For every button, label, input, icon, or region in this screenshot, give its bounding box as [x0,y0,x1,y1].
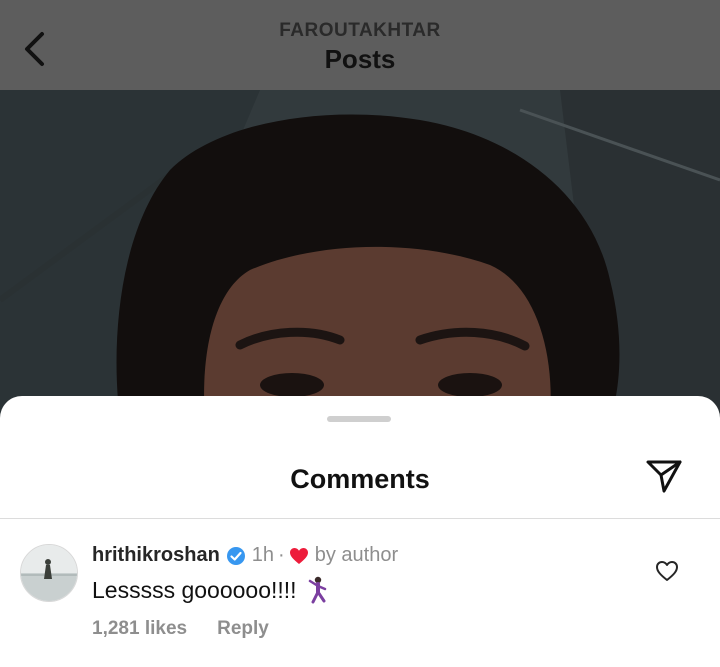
post-image [0,90,720,420]
comment-text: Lesssss goooooo!!!! [92,576,297,603]
heart-outline-icon [655,560,679,587]
page-title: Posts [324,44,396,74]
separator: · [278,544,285,566]
verified-badge-icon [226,546,246,566]
author-liked-heart-icon [289,547,309,565]
comment-item: hrithikroshan 1h · by author Lesssss goo… [0,536,720,656]
share-button[interactable] [642,456,686,500]
comment-likes-count[interactable]: 1,281 likes [92,618,187,640]
divider [0,518,720,519]
person-dancing-emoji-icon [307,576,329,604]
avatar[interactable] [20,544,78,602]
comments-sheet: Comments hrithikroshan 1h · by author Le… [0,396,720,667]
comments-title: Comments [290,464,430,494]
comment-text-row: Lesssss goooooo!!!! [92,576,329,604]
comment-timestamp: 1h [251,544,275,566]
comment-meta: 1,281 likes Reply [92,618,269,640]
post-header: FAROUTAKHTAR Posts [0,0,720,90]
post-owner-username: FAROUTAKHTAR [279,20,441,41]
send-icon [645,458,683,499]
comment-username[interactable]: hrithikroshan [92,544,220,567]
reply-button[interactable]: Reply [217,618,269,640]
like-comment-button[interactable] [652,558,682,588]
sheet-drag-handle[interactable] [327,416,391,422]
comment-header: hrithikroshan 1h · by author [92,544,398,567]
liked-by-author-label: by author [314,544,399,566]
